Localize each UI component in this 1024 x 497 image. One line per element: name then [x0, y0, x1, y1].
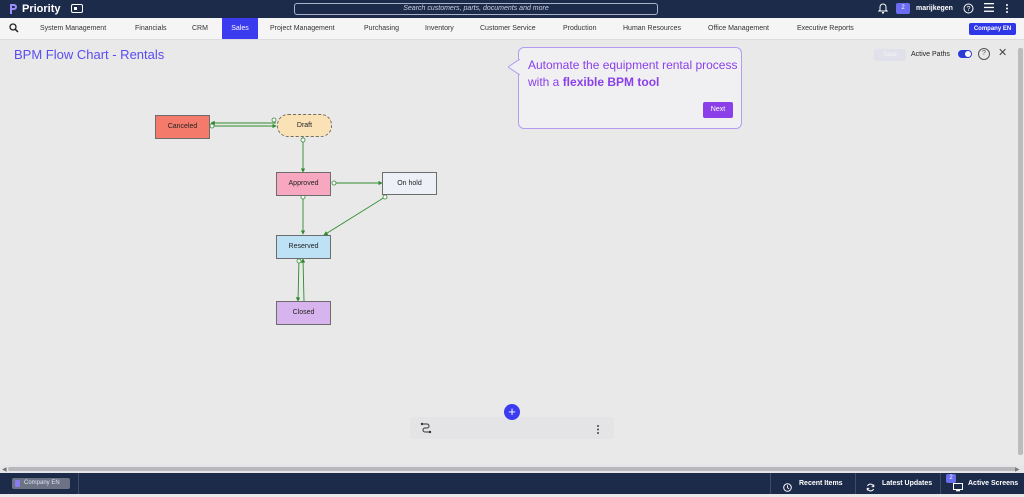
- tooltip-pointer: [508, 59, 520, 75]
- recent-items-button[interactable]: Recent Items: [799, 473, 843, 494]
- connector-dot: [209, 123, 215, 129]
- bell-icon[interactable]: [877, 3, 889, 15]
- horizontal-scrollbar[interactable]: ◀ ▶: [0, 465, 1024, 473]
- menu-item-purchasing[interactable]: Purchasing: [362, 18, 401, 39]
- menu-item-inventory[interactable]: Inventory: [423, 18, 456, 39]
- node-approved[interactable]: Approved: [276, 172, 331, 196]
- clock-icon: [783, 479, 792, 497]
- company-icon: [15, 480, 20, 487]
- global-search-input[interactable]: Search customers, parts, documents and m…: [294, 3, 658, 15]
- top-bar: Priority Search customers, parts, docume…: [0, 0, 1024, 18]
- flowchart-toolbar: [410, 417, 614, 439]
- latest-updates-button[interactable]: Latest Updates: [882, 473, 932, 494]
- more-vertical-icon[interactable]: [596, 422, 600, 440]
- node-draft[interactable]: Draft: [277, 114, 332, 137]
- menu-item-executive-reports[interactable]: Executive Reports: [795, 18, 856, 39]
- vertical-scrollbar[interactable]: [1017, 40, 1024, 465]
- scroll-left-icon[interactable]: ◀: [2, 466, 7, 473]
- edge-closed-reserved: [300, 258, 306, 302]
- help-icon[interactable]: ?: [963, 3, 974, 15]
- node-reserved[interactable]: Reserved: [276, 235, 331, 259]
- divider: [855, 473, 856, 494]
- connector-dot: [331, 180, 337, 186]
- connector-dot: [271, 117, 277, 123]
- flowchart-edges: [209, 117, 388, 302]
- flowchart-canvas[interactable]: Canceled Draft Approved On hold Reserved…: [0, 40, 1024, 465]
- menu-item-human-resources[interactable]: Human Resources: [621, 18, 683, 39]
- menu-item-sales[interactable]: Sales: [222, 18, 258, 39]
- menu-item-crm[interactable]: CRM: [190, 18, 210, 39]
- tooltip-text: Automate the equipment rental process wi…: [528, 57, 738, 91]
- divider: [770, 473, 771, 494]
- menu-item-project-management[interactable]: Project Management: [268, 18, 337, 39]
- refresh-icon: [866, 479, 875, 497]
- menu-item-office-management[interactable]: Office Management: [706, 18, 771, 39]
- scroll-right-icon[interactable]: ▶: [1015, 466, 1020, 473]
- more-icon[interactable]: [1005, 3, 1009, 15]
- connector-dot: [382, 194, 388, 200]
- connector-dot: [300, 137, 306, 143]
- hamburger-menu-icon[interactable]: [984, 3, 994, 15]
- id-card-icon[interactable]: [71, 4, 83, 13]
- node-on-hold[interactable]: On hold: [382, 172, 437, 195]
- menu-item-system-management[interactable]: System Management: [38, 18, 108, 39]
- scrollbar-thumb[interactable]: [1018, 48, 1023, 455]
- divider: [78, 473, 79, 494]
- node-closed[interactable]: Closed: [276, 301, 331, 325]
- menu-item-production[interactable]: Production: [561, 18, 598, 39]
- priority-logo-icon: [10, 4, 17, 14]
- scrollbar-thumb[interactable]: [8, 467, 1016, 471]
- edge-reserved-closed: [295, 258, 301, 302]
- main-menu: System Management Financials CRM Sales P…: [0, 18, 1024, 40]
- edge-onhold-reserved: [323, 196, 386, 236]
- next-button[interactable]: Next: [703, 102, 733, 118]
- active-screens-badge: 2: [946, 474, 956, 483]
- menu-search-icon[interactable]: [9, 23, 19, 36]
- status-bar: Company EN Recent Items Latest Updates A…: [0, 473, 1024, 494]
- username[interactable]: marijkegen: [916, 3, 953, 15]
- connector-dot: [296, 258, 302, 264]
- app-name: Priority: [22, 3, 61, 15]
- connect-tool-icon[interactable]: [420, 421, 432, 439]
- tooltip-text-bold: flexible BPM tool: [562, 75, 660, 89]
- app-logo[interactable]: Priority: [8, 2, 61, 16]
- active-screens-button[interactable]: Active Screens: [968, 473, 1018, 494]
- svg-text:?: ?: [967, 6, 971, 13]
- divider: [940, 473, 941, 494]
- menu-item-financials[interactable]: Financials: [133, 18, 169, 39]
- menu-item-customer-service[interactable]: Customer Service: [478, 18, 538, 39]
- notification-badge[interactable]: 2: [896, 3, 910, 14]
- company-button[interactable]: Company EN: [969, 23, 1016, 35]
- add-node-button[interactable]: +: [504, 404, 520, 420]
- company-selector[interactable]: Company EN: [12, 478, 70, 489]
- node-canceled[interactable]: Canceled: [155, 115, 210, 139]
